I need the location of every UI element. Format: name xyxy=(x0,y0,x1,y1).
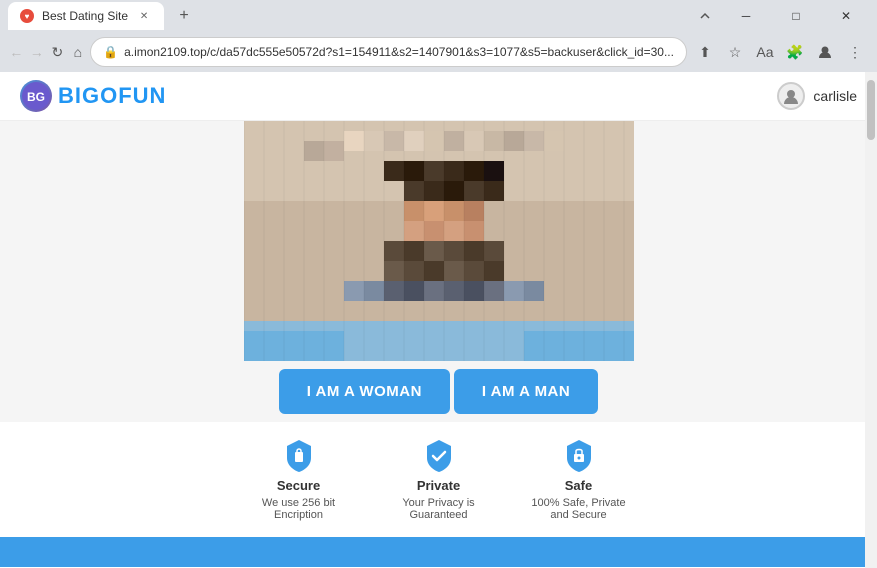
profile-icon[interactable] xyxy=(811,38,839,66)
forward-button[interactable]: → xyxy=(29,38,46,66)
action-bar xyxy=(0,537,877,567)
safe-badge: Safe 100% Safe, Private and Secure xyxy=(529,438,629,521)
username: carlisle xyxy=(813,88,857,104)
svg-text:BG: BG xyxy=(27,90,45,104)
safe-desc: 100% Safe, Private and Secure xyxy=(529,497,629,521)
share-icon[interactable]: ⬆ xyxy=(691,38,719,66)
browser-chrome: ♥ Best Dating Site ✕ + ─ □ ✕ ← → ↻ ⌂ 🔒 a… xyxy=(0,0,877,72)
private-badge: Private Your Privacy is Guaranteed xyxy=(389,438,489,521)
close-button[interactable]: ✕ xyxy=(823,0,869,32)
reader-mode-icon[interactable]: Aa xyxy=(751,38,779,66)
page-content: BG BIGOFUN carlisle xyxy=(0,72,877,568)
secure-icon xyxy=(281,438,317,474)
window-chevron-icon xyxy=(699,10,711,22)
more-menu-icon[interactable]: ⋮ xyxy=(841,38,869,66)
extensions-icon[interactable]: 🧩 xyxy=(781,38,809,66)
address-text: a.imon2109.top/c/da57dc555e50572d?s1=154… xyxy=(124,45,674,59)
new-tab-button[interactable]: + xyxy=(170,2,198,30)
logo-icon: BG xyxy=(20,80,52,112)
home-button[interactable]: ⌂ xyxy=(70,38,87,66)
private-title: Private xyxy=(417,478,460,493)
safe-title: Safe xyxy=(565,478,592,493)
man-button[interactable]: I AM A MAN xyxy=(454,369,598,414)
woman-button[interactable]: I AM A WOMAN xyxy=(279,369,450,414)
trust-badges: Secure We use 256 bit Encription Private… xyxy=(0,422,877,537)
logo-text: BIGOFUN xyxy=(58,83,166,109)
title-bar-left: ♥ Best Dating Site ✕ + xyxy=(8,2,198,30)
minimize-button[interactable]: ─ xyxy=(723,0,769,32)
window-controls: ─ □ ✕ xyxy=(699,0,869,32)
private-desc: Your Privacy is Guaranteed xyxy=(389,497,489,521)
address-bar[interactable]: 🔒 a.imon2109.top/c/da57dc555e50572d?s1=1… xyxy=(90,37,687,67)
title-bar: ♥ Best Dating Site ✕ + ─ □ ✕ xyxy=(0,0,877,32)
back-button[interactable]: ← xyxy=(8,38,25,66)
secure-desc: We use 256 bit Encription xyxy=(249,497,349,521)
secure-title: Secure xyxy=(277,478,320,493)
site-header: BG BIGOFUN carlisle xyxy=(0,72,877,121)
gender-buttons: I AM A WOMAN I AM A MAN xyxy=(279,369,598,414)
safe-icon xyxy=(561,438,597,474)
tab-favicon: ♥ xyxy=(20,9,34,23)
tab-title: Best Dating Site xyxy=(42,9,128,23)
browser-toolbar: ← → ↻ ⌂ 🔒 a.imon2109.top/c/da57dc555e505… xyxy=(0,32,877,72)
toolbar-actions: ⬆ ☆ Aa 🧩 ⋮ xyxy=(691,38,869,66)
logo-area: BG BIGOFUN xyxy=(20,80,166,112)
blurred-image-svg xyxy=(244,121,634,361)
main-content: I AM A WOMAN I AM A MAN Secure We use 25… xyxy=(0,121,877,567)
private-icon xyxy=(421,438,457,474)
secure-badge: Secure We use 256 bit Encription xyxy=(249,438,349,521)
scrollbar-thumb[interactable] xyxy=(867,80,875,140)
user-avatar xyxy=(777,82,805,110)
profile-image xyxy=(244,121,634,361)
refresh-button[interactable]: ↻ xyxy=(49,38,66,66)
user-area: carlisle xyxy=(777,82,857,110)
scrollbar[interactable] xyxy=(865,72,877,568)
bookmark-icon[interactable]: ☆ xyxy=(721,38,749,66)
browser-tab[interactable]: ♥ Best Dating Site ✕ xyxy=(8,2,164,30)
lock-icon: 🔒 xyxy=(103,45,118,59)
tab-close-button[interactable]: ✕ xyxy=(136,8,152,24)
maximize-button[interactable]: □ xyxy=(773,0,819,32)
